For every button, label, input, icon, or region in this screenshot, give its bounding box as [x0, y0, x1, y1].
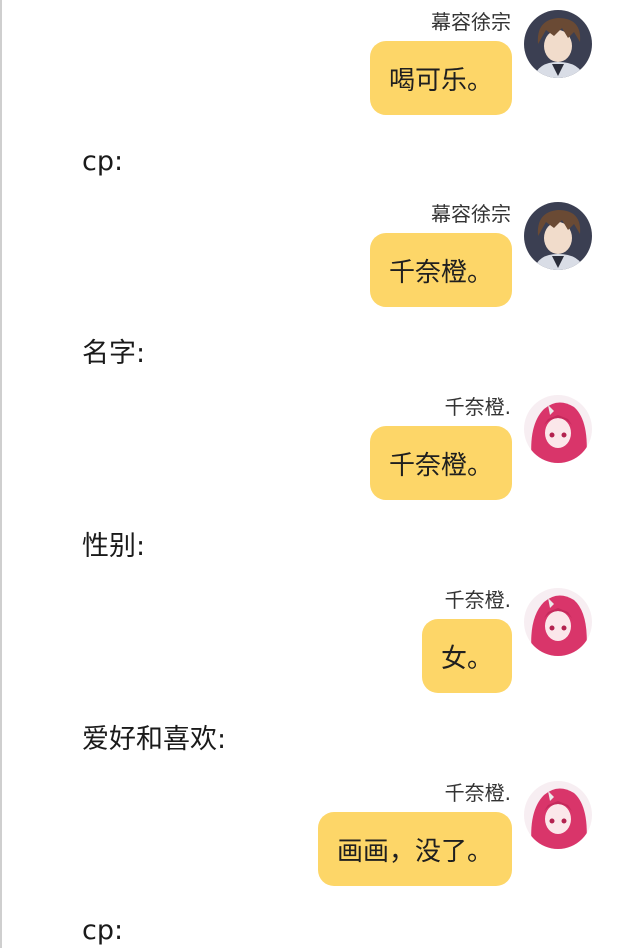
message-text: 千奈橙。 [388, 257, 493, 288]
chat-message: 幕容徐宗 喝可乐。 [16, 8, 616, 128]
message-text: 画画，没了。 [336, 836, 493, 867]
boy-avatar[interactable] [524, 10, 592, 78]
chat-message: 千奈橙. 女。 [16, 586, 616, 706]
message-bubble[interactable]: 千奈橙。 [369, 233, 512, 307]
sender-name: 幕容徐宗 [431, 202, 511, 226]
girl-avatar[interactable] [524, 588, 592, 656]
message-bubble[interactable]: 千奈橙。 [369, 426, 512, 500]
message-bubble[interactable]: 喝可乐。 [369, 41, 512, 115]
chat-message: 千奈橙. 千奈橙。 [16, 393, 616, 513]
sender-name: 幕容徐宗 [431, 10, 511, 34]
boy-avatar[interactable] [524, 202, 592, 270]
message-text: 千奈橙。 [388, 450, 493, 481]
profile-prompt: cp: [82, 146, 124, 177]
girl-avatar[interactable] [524, 395, 592, 463]
message-bubble[interactable]: 女。 [421, 619, 512, 693]
girl-avatar[interactable] [524, 781, 592, 849]
sender-name: 千奈橙. [444, 588, 511, 612]
message-text: 女。 [440, 643, 493, 674]
chat-message: 幕容徐宗 千奈橙。 [16, 200, 616, 320]
profile-prompt: 名字: [82, 338, 146, 369]
message-bubble[interactable]: 画画，没了。 [317, 812, 512, 886]
profile-prompt: 爱好和喜欢: [82, 724, 227, 755]
message-text: 喝可乐。 [388, 65, 493, 96]
sender-name: 千奈橙. [444, 781, 511, 805]
chat-message: 千奈橙. 画画，没了。 [16, 779, 616, 899]
profile-prompt: 性别: [82, 531, 146, 562]
sender-name: 千奈橙. [444, 395, 511, 419]
left-edge-line [0, 0, 2, 948]
profile-prompt: cp: [82, 915, 124, 946]
